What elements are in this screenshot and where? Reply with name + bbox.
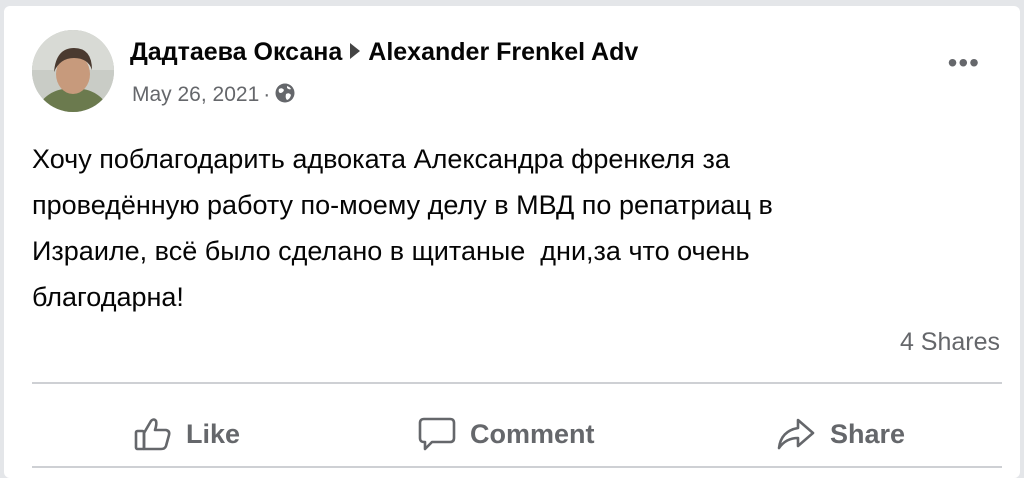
divider-bottom — [32, 466, 1002, 468]
avatar[interactable] — [32, 30, 114, 112]
comment-icon — [418, 416, 456, 452]
caret-right-icon — [350, 43, 361, 60]
shares-count[interactable]: 4 Shares — [900, 328, 1000, 357]
globe-icon[interactable] — [274, 83, 296, 106]
post-meta: May 26, 2021 · — [132, 83, 296, 107]
post-header: Дадтаева Оксана Alexander Frenkel Adv — [130, 38, 638, 67]
action-bar: Like Comment Share — [4, 411, 1020, 457]
like-label: Like — [186, 418, 241, 449]
share-arrow-icon — [776, 417, 816, 451]
author-name[interactable]: Дадтаева Оксана — [130, 38, 342, 66]
comment-button[interactable]: Comment — [418, 411, 595, 457]
share-label: Share — [830, 418, 906, 449]
target-page-name[interactable]: Alexander Frenkel Adv — [368, 38, 638, 66]
post-date[interactable]: May 26, 2021 — [132, 83, 259, 106]
post-body: Хочу поблагодарить адвоката Александра ф… — [32, 144, 773, 312]
comment-label: Comment — [470, 418, 595, 449]
divider-top — [32, 382, 1002, 384]
post-card: Дадтаева Оксана Alexander Frenkel Adv May… — [4, 6, 1020, 478]
thumbs-up-icon — [134, 417, 172, 451]
like-button[interactable]: Like — [134, 411, 240, 457]
meta-separator: · — [263, 83, 271, 106]
share-button[interactable]: Share — [776, 411, 905, 457]
more-options-icon[interactable]: ••• — [948, 49, 980, 77]
